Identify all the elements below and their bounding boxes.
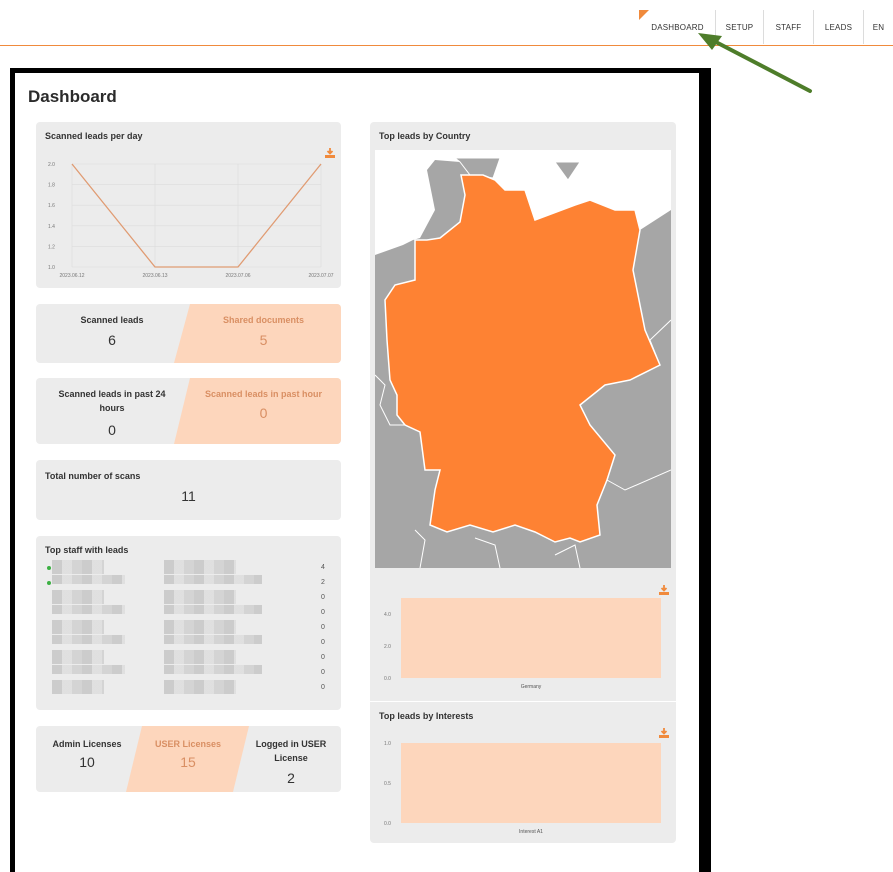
x-tick-label: 2023.06.12 (59, 273, 84, 279)
staff-email-redacted (164, 680, 236, 694)
admin-licenses-label: Admin Licenses (52, 739, 122, 749)
staff-name-redacted (52, 590, 104, 604)
x-tick-label: 2023.06.13 (142, 273, 167, 279)
scanned-per-day-chart: 2.0 1.8 1.6 1.4 1.2 1.0 2023.06.12 2023.06.13 20… (48, 162, 334, 279)
staff-lead-count: 0 (321, 609, 325, 616)
staff-email-redacted (164, 650, 236, 664)
staff-lead-count: 0 (321, 624, 325, 631)
x-tick-label: 2023.07.06 (225, 273, 250, 279)
y-tick-label: 0.0 (384, 821, 391, 827)
divider (370, 701, 676, 702)
past-hour-value: 0 (259, 405, 268, 421)
scanned-leads-value: 6 (108, 332, 116, 348)
staff-email-redacted (164, 665, 262, 674)
total-scans-label: Total number of scans (45, 471, 141, 481)
online-indicator (47, 566, 51, 570)
staff-lead-count: 0 (321, 639, 325, 646)
licenses-card: Admin Licenses 10 USER Licenses 15 Logge… (36, 726, 341, 792)
logged-user-license-value: 2 (287, 770, 295, 786)
past-24h-value: 0 (108, 422, 116, 438)
scanned-per-day-card: Scanned leads per day 2.0 1.8 1.6 1.4 1.2 1.0… (36, 122, 341, 288)
staff-lead-count: 0 (321, 654, 325, 661)
staff-name-redacted (52, 680, 104, 694)
staff-lead-count: 0 (321, 594, 325, 601)
nav-language[interactable]: EN (864, 10, 893, 44)
shared-documents-label: Shared documents (222, 315, 305, 325)
nav-setup[interactable]: SETUP (716, 10, 764, 44)
germany-map (375, 150, 671, 568)
card-title: Top staff with leads (45, 545, 129, 555)
x-tick-label: Germany (521, 684, 542, 690)
y-tick-label: 1.0 (384, 741, 391, 747)
staff-name-redacted (52, 560, 104, 574)
past-24h-label: Scanned leads in past 24 hours (58, 389, 166, 413)
staff-name-redacted (52, 665, 125, 674)
y-tick-label: 0.0 (384, 676, 391, 682)
y-tick-label: 2.0 (48, 162, 55, 168)
page-title: Dashboard (28, 87, 117, 106)
user-licenses-value: 15 (180, 754, 196, 770)
y-tick-label: 1.4 (48, 224, 55, 230)
staff-email-redacted (164, 605, 262, 614)
shared-documents-value: 5 (259, 332, 268, 348)
country-bar-chart: 4.0 2.0 0.0 Germany (384, 598, 661, 690)
card-title: Top leads by Country (379, 131, 471, 141)
x-tick-label: Interest A1 (519, 829, 543, 835)
x-tick-label: 2023.07.07 (308, 273, 333, 279)
y-tick-label: 1.2 (48, 244, 55, 250)
scanned-shared-card: Scanned leads 6 Shared documents 5 (36, 304, 341, 363)
y-tick-label: 1.6 (48, 203, 55, 209)
staff-email-redacted (164, 635, 262, 644)
y-tick-label: 0.5 (384, 781, 391, 787)
past-hour-label: Scanned leads in past hour (204, 389, 323, 399)
nav-staff[interactable]: STAFF (764, 10, 814, 44)
card-title: Top leads by Interests (379, 711, 474, 721)
scanned-leads-label: Scanned leads (80, 315, 144, 325)
user-licenses-label: USER Licenses (154, 739, 222, 749)
bar (401, 743, 661, 823)
y-tick-label: 1.8 (48, 183, 55, 189)
staff-name-redacted (52, 635, 125, 644)
staff-email-redacted (164, 620, 236, 634)
top-navigation: DASHBOARD SETUP STAFF LEADS EN (0, 0, 893, 46)
total-scans-card: Total number of scans 11 (36, 460, 341, 520)
staff-name-redacted (52, 620, 104, 634)
y-tick-label: 4.0 (384, 612, 391, 618)
y-tick-label: 1.0 (48, 265, 55, 271)
logged-user-license-label: Logged in USER License (255, 739, 327, 763)
admin-licenses-value: 10 (79, 754, 95, 770)
staff-lead-count: 4 (321, 564, 325, 571)
total-scans-value: 11 (181, 488, 196, 504)
staff-email-redacted (164, 590, 236, 604)
y-tick-label: 2.0 (384, 644, 391, 650)
past-hours-card: Scanned leads in past 24 hours 0 Scanned… (36, 378, 341, 444)
staff-lead-count: 2 (321, 579, 325, 586)
top-staff-card: Top staff with leads 4 2 0 0 0 0 0 0 0 (36, 536, 341, 710)
staff-lead-count: 0 (321, 684, 325, 691)
staff-name-redacted (52, 605, 125, 614)
line-series (71, 163, 322, 268)
bar (401, 598, 661, 678)
country-map[interactable] (375, 150, 671, 568)
nav-dashboard[interactable]: DASHBOARD (640, 10, 716, 44)
staff-email-redacted (164, 575, 262, 584)
nav-leads[interactable]: LEADS (814, 10, 864, 44)
staff-name-redacted (52, 650, 104, 664)
staff-lead-count: 0 (321, 669, 325, 676)
staff-name-redacted (52, 575, 125, 584)
interest-bar-chart: 1.0 0.5 0.0 Interest A1 (384, 741, 661, 835)
staff-email-redacted (164, 560, 236, 574)
online-indicator (47, 581, 51, 585)
